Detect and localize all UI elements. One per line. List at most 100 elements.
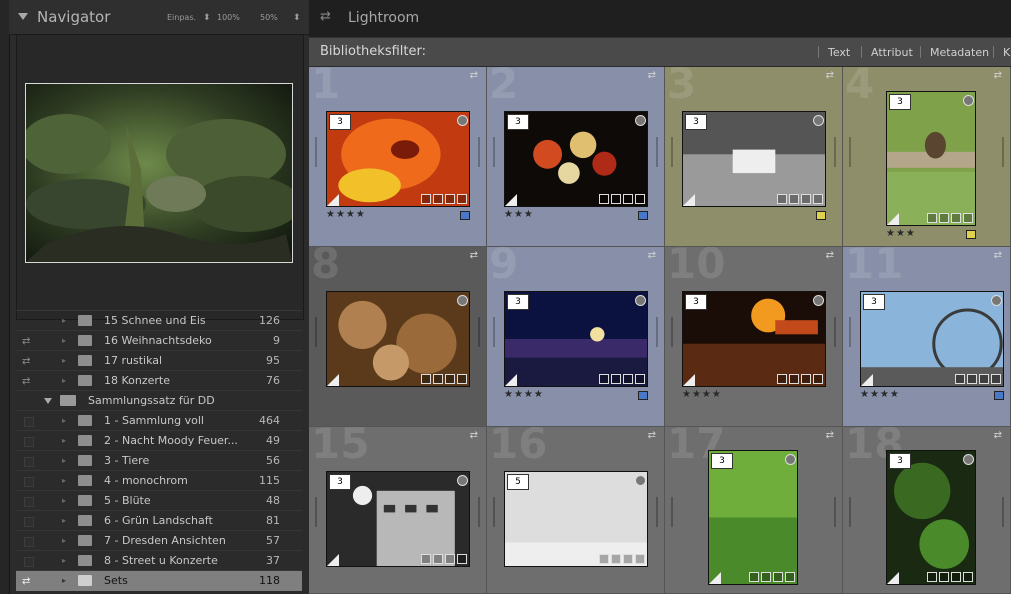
collection-icon[interactable] bbox=[789, 374, 799, 384]
select-circle-icon[interactable] bbox=[963, 95, 974, 106]
grid-cell[interactable]: 3 ⇄ 3 bbox=[665, 67, 843, 247]
rotate-icon[interactable]: ⇄ bbox=[826, 70, 834, 81]
stack-handle[interactable] bbox=[493, 497, 495, 527]
stack-count-badge[interactable]: 3 bbox=[863, 294, 885, 310]
photo-thumbnail[interactable]: 3 bbox=[504, 111, 648, 207]
crop-icon[interactable] bbox=[623, 554, 633, 564]
rotate-icon[interactable]: ⇄ bbox=[470, 250, 478, 261]
select-circle-icon[interactable] bbox=[963, 454, 974, 465]
keyword-icon[interactable] bbox=[421, 194, 431, 204]
grid-cell[interactable]: 11 ⇄ 3 ★★★★ bbox=[843, 247, 1011, 427]
keyword-icon[interactable] bbox=[599, 554, 609, 564]
grid-cell[interactable]: 17 ⇄ 3 bbox=[665, 427, 843, 594]
grid-cell[interactable]: 18 ⇄ 3 bbox=[843, 427, 1011, 594]
checkbox[interactable] bbox=[24, 517, 34, 527]
select-circle-icon[interactable] bbox=[785, 454, 796, 465]
keyword-icon[interactable] bbox=[777, 374, 787, 384]
color-label[interactable] bbox=[816, 211, 826, 220]
stack-handle[interactable] bbox=[478, 497, 480, 527]
rotate-icon[interactable]: ⇄ bbox=[648, 70, 656, 81]
grid-cell[interactable]: 8 ⇄ bbox=[309, 247, 487, 427]
select-circle-icon[interactable] bbox=[813, 115, 824, 126]
develop-icon[interactable] bbox=[635, 374, 645, 384]
stack-count-badge[interactable]: 3 bbox=[329, 114, 351, 130]
crop-icon[interactable] bbox=[623, 374, 633, 384]
keyword-icon[interactable] bbox=[777, 194, 787, 204]
stack-handle[interactable] bbox=[671, 497, 673, 527]
photo-thumbnail[interactable]: 3 bbox=[886, 450, 976, 585]
keyword-icon[interactable] bbox=[927, 572, 937, 582]
checkbox[interactable] bbox=[24, 477, 34, 487]
updown-icon[interactable]: ⬍ bbox=[203, 13, 211, 23]
select-circle-icon[interactable] bbox=[813, 295, 824, 306]
stack-count-badge[interactable]: 3 bbox=[685, 114, 707, 130]
keyword-icon[interactable] bbox=[599, 374, 609, 384]
filter-tab-k[interactable]: K bbox=[1003, 46, 1010, 59]
rotate-icon[interactable]: ⇄ bbox=[470, 70, 478, 81]
stack-count-badge[interactable]: 5 bbox=[507, 474, 529, 490]
photo-thumbnail[interactable]: 3 bbox=[326, 111, 470, 207]
stack-handle[interactable] bbox=[656, 497, 658, 527]
rotate-icon[interactable]: ⇄ bbox=[648, 250, 656, 261]
star-rating[interactable]: ★★★★ bbox=[326, 209, 366, 220]
list-item[interactable]: ⇄ ▸ 16 Weihnachtsdeko 9 bbox=[16, 330, 302, 351]
photo-thumbnail[interactable] bbox=[326, 291, 470, 387]
filter-tab-attribute[interactable]: Attribut bbox=[871, 46, 913, 59]
star-rating[interactable]: ★★★★ bbox=[504, 389, 544, 400]
list-item[interactable]: ▸ 15 Schnee und Eis 126 bbox=[16, 310, 302, 331]
swap-arrows-icon[interactable]: ⇄ bbox=[320, 9, 331, 24]
develop-icon[interactable] bbox=[813, 374, 823, 384]
list-item[interactable]: ▸ 8 - Street u Konzerte 37 bbox=[16, 550, 302, 571]
color-label[interactable] bbox=[638, 391, 648, 400]
list-item[interactable]: ▸ 5 - Blüte 48 bbox=[16, 490, 302, 511]
stack-handle[interactable] bbox=[671, 137, 673, 167]
collection-icon[interactable] bbox=[611, 374, 621, 384]
collection-icon[interactable] bbox=[789, 194, 799, 204]
stack-count-badge[interactable]: 3 bbox=[329, 474, 351, 490]
stack-handle[interactable] bbox=[478, 317, 480, 347]
crop-icon[interactable] bbox=[445, 374, 455, 384]
select-circle-icon[interactable] bbox=[635, 475, 646, 486]
list-item[interactable]: ▸ 6 - Grün Landschaft 81 bbox=[16, 510, 302, 531]
develop-icon[interactable] bbox=[785, 572, 795, 582]
stack-handle[interactable] bbox=[493, 317, 495, 347]
stack-count-badge[interactable]: 3 bbox=[711, 453, 733, 469]
keyword-icon[interactable] bbox=[421, 374, 431, 384]
checkbox[interactable] bbox=[24, 537, 34, 547]
grid-cell[interactable]: 1 ⇄ 3 ★★★★ bbox=[309, 67, 487, 247]
stack-handle[interactable] bbox=[849, 497, 851, 527]
stack-handle[interactable] bbox=[493, 137, 495, 167]
develop-icon[interactable] bbox=[457, 554, 467, 564]
keyword-icon[interactable] bbox=[927, 213, 937, 223]
photo-thumbnail[interactable]: 3 bbox=[326, 471, 470, 567]
grid-cell[interactable]: 9 ⇄ 3 ★★★★ bbox=[487, 247, 665, 427]
photo-thumbnail[interactable]: 3 bbox=[682, 291, 826, 387]
crop-icon[interactable] bbox=[623, 194, 633, 204]
rotate-icon[interactable]: ⇄ bbox=[470, 430, 478, 441]
expand-triangle-icon[interactable] bbox=[44, 398, 52, 404]
keyword-icon[interactable] bbox=[749, 572, 759, 582]
select-circle-icon[interactable] bbox=[457, 295, 468, 306]
photo-thumbnail[interactable]: 3 bbox=[886, 91, 976, 226]
checkbox[interactable] bbox=[24, 417, 34, 427]
updown-icon[interactable]: ⬍ bbox=[293, 13, 301, 23]
color-label[interactable] bbox=[638, 211, 648, 220]
crop-icon[interactable] bbox=[801, 194, 811, 204]
star-rating[interactable]: ★★★★ bbox=[860, 389, 900, 400]
color-label[interactable] bbox=[966, 230, 976, 239]
stack-count-badge[interactable]: 3 bbox=[889, 94, 911, 110]
develop-icon[interactable] bbox=[991, 374, 1001, 384]
crop-icon[interactable] bbox=[801, 374, 811, 384]
stack-handle[interactable] bbox=[315, 317, 317, 347]
photo-thumbnail[interactable]: 3 bbox=[504, 291, 648, 387]
develop-icon[interactable] bbox=[963, 572, 973, 582]
list-item[interactable]: ⇄ ▸ 17 rustikal 95 bbox=[16, 350, 302, 371]
develop-icon[interactable] bbox=[635, 194, 645, 204]
list-item[interactable]: ▸ 1 - Sammlung voll 464 bbox=[16, 410, 302, 431]
crop-icon[interactable] bbox=[773, 572, 783, 582]
keyword-icon[interactable] bbox=[599, 194, 609, 204]
rotate-icon[interactable]: ⇄ bbox=[826, 250, 834, 261]
stack-handle[interactable] bbox=[834, 497, 836, 527]
stack-handle[interactable] bbox=[656, 137, 658, 167]
navigator-header[interactable]: Navigator Einpas. ⬍ 100% 50% ⬍ bbox=[9, 0, 309, 35]
